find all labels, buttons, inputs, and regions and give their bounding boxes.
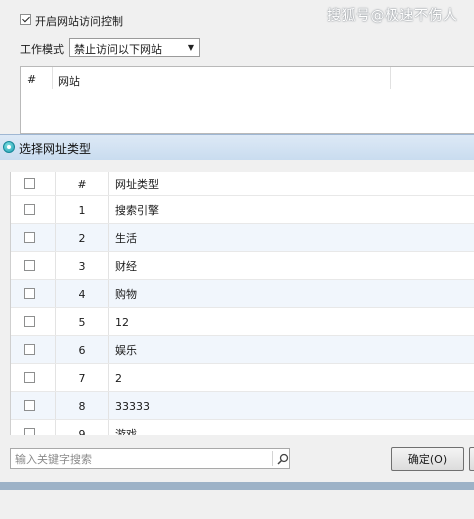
row-num: 1 xyxy=(78,203,86,217)
row-url-type: 娱乐 xyxy=(115,344,137,357)
row-url-type: 财经 xyxy=(115,260,137,273)
row-url-type: 购物 xyxy=(115,288,137,301)
table-row[interactable]: 3 财经 xyxy=(11,252,474,280)
row-num: 5 xyxy=(78,315,86,329)
row-num: 6 xyxy=(78,343,86,357)
row-num: 2 xyxy=(78,231,86,245)
url-type-table: # 网址类型 1 搜索引擎 2 生活 3 财经 4 购物 5 12 6 娱乐 7… xyxy=(10,172,474,435)
row-checkbox[interactable] xyxy=(24,260,35,271)
url-type-table-header: # 网址类型 xyxy=(11,172,474,196)
row-num: 3 xyxy=(78,259,86,273)
site-access-settings-panel: 搜狐号@极速不伤人 开启网站访问控制 工作模式 禁止访问以下网站 ▼ # 网站 xyxy=(0,0,474,134)
header-num[interactable]: # xyxy=(67,172,97,196)
dialog-title: 选择网址类型 xyxy=(19,142,92,156)
row-url-type: 2 xyxy=(115,371,122,385)
row-url-type: 生活 xyxy=(115,232,137,245)
row-checkbox[interactable] xyxy=(24,428,35,435)
chevron-down-icon[interactable]: ▼ xyxy=(183,39,199,56)
table-row[interactable]: 4 购物 xyxy=(11,280,474,308)
site-list-header-site[interactable]: 网站 xyxy=(58,73,80,89)
watermark: 搜狐号@极速不伤人 xyxy=(327,8,458,24)
row-checkbox[interactable] xyxy=(24,344,35,355)
keyword-search-box[interactable] xyxy=(10,448,290,469)
row-checkbox[interactable] xyxy=(24,288,35,299)
row-url-type: 游戏 xyxy=(115,428,137,435)
cancel-button[interactable] xyxy=(469,447,474,471)
row-num: 9 xyxy=(78,427,86,436)
dialog-titlebar[interactable]: 选择网址类型 xyxy=(0,134,474,160)
row-url-type: 搜索引擎 xyxy=(115,204,159,217)
table-row[interactable]: 2 生活 xyxy=(11,224,474,252)
row-url-type: 33333 xyxy=(115,399,150,413)
search-icon[interactable] xyxy=(277,453,289,465)
work-mode-select[interactable]: 禁止访问以下网站 ▼ xyxy=(69,38,200,57)
row-num: 7 xyxy=(78,371,86,385)
work-mode-label: 工作模式 xyxy=(20,43,64,56)
header-url-type[interactable]: 网址类型 xyxy=(115,172,159,196)
site-list-header-num[interactable]: # xyxy=(27,73,36,86)
table-row[interactable]: 9 游戏 xyxy=(11,420,474,435)
enable-access-control-checkbox[interactable] xyxy=(20,14,31,25)
enable-access-control-label: 开启网站访问控制 xyxy=(35,15,123,28)
table-row[interactable]: 1 搜索引擎 xyxy=(11,196,474,224)
row-checkbox[interactable] xyxy=(24,316,35,327)
table-row[interactable]: 7 2 xyxy=(11,364,474,392)
window-bottom-border xyxy=(0,482,474,490)
row-url-type: 12 xyxy=(115,315,129,329)
keyword-search-input[interactable] xyxy=(13,450,267,469)
work-mode-value: 禁止访问以下网站 xyxy=(74,43,162,56)
row-checkbox[interactable] xyxy=(24,400,35,411)
row-num: 4 xyxy=(78,287,86,301)
table-row[interactable]: 8 33333 xyxy=(11,392,474,420)
row-checkbox[interactable] xyxy=(24,232,35,243)
row-checkbox[interactable] xyxy=(24,372,35,383)
select-url-type-dialog: 选择网址类型 # 网址类型 1 搜索引擎 2 生活 3 财经 4 购物 5 12… xyxy=(0,134,474,519)
table-row[interactable]: 6 娱乐 xyxy=(11,336,474,364)
row-checkbox[interactable] xyxy=(24,204,35,215)
site-list-header: # 网站 xyxy=(21,67,474,91)
table-row[interactable]: 5 12 xyxy=(11,308,474,336)
site-list[interactable]: # 网站 xyxy=(20,66,474,134)
app-icon xyxy=(3,141,15,153)
row-num: 8 xyxy=(78,399,86,413)
ok-button[interactable]: 确定(O) xyxy=(391,447,464,471)
select-all-checkbox[interactable] xyxy=(24,178,35,189)
